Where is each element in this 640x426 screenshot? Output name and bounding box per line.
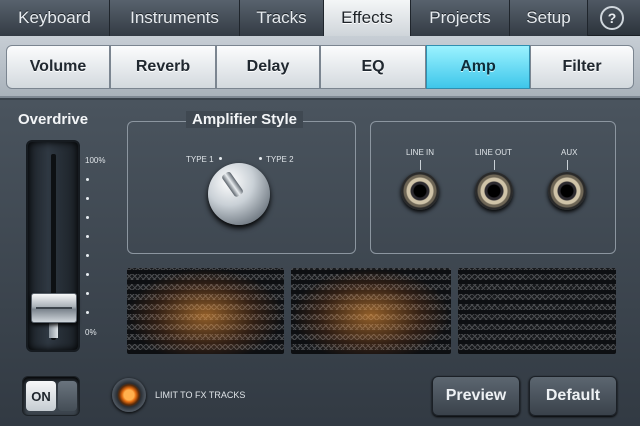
type1-label: TYPE 1 — [186, 155, 214, 164]
line-out-jack[interactable] — [475, 172, 513, 210]
overdrive-max-label: 100% — [85, 156, 106, 165]
tab-tracks[interactable]: Tracks — [240, 0, 324, 36]
limit-fx-led-button[interactable] — [112, 378, 146, 412]
type2-indicator — [259, 157, 262, 160]
line-out-connector — [494, 160, 495, 170]
line-out-label: LINE OUT — [475, 148, 512, 157]
amplifier-style-knob[interactable] — [208, 163, 270, 225]
overdrive-title: Overdrive — [18, 111, 89, 128]
help-button[interactable]: ? — [600, 6, 624, 30]
type1-indicator — [219, 157, 222, 160]
fader-handle[interactable] — [31, 292, 77, 323]
subtab-eq[interactable]: EQ — [320, 45, 426, 89]
speaker-grille-left — [127, 268, 284, 354]
amplifier-style-title: Amplifier Style — [186, 111, 304, 128]
scale-tick — [86, 235, 89, 238]
tab-instruments[interactable]: Instruments — [110, 0, 240, 36]
scale-tick — [86, 311, 89, 314]
main-tab-bar: Keyboard Instruments Tracks Effects Proj… — [0, 0, 640, 36]
tab-projects[interactable]: Projects — [411, 0, 510, 36]
line-in-jack[interactable] — [401, 172, 439, 210]
overdrive-min-label: 0% — [85, 328, 97, 337]
tab-keyboard[interactable]: Keyboard — [0, 0, 110, 36]
tab-effects[interactable]: Effects — [324, 0, 411, 36]
fader-handle-line — [36, 306, 72, 309]
speaker-grille-right — [458, 268, 616, 354]
subtab-volume[interactable]: Volume — [6, 45, 110, 89]
tab-setup[interactable]: Setup — [510, 0, 588, 36]
aux-jack[interactable] — [548, 172, 586, 210]
power-toggle[interactable]: ON — [22, 376, 80, 416]
aux-connector — [567, 160, 568, 170]
scale-tick — [86, 273, 89, 276]
overdrive-fader[interactable] — [26, 140, 80, 352]
power-toggle-label: ON — [26, 381, 56, 411]
speaker-grille-center — [291, 268, 451, 354]
subtab-delay[interactable]: Delay — [216, 45, 320, 89]
knob-pointer — [220, 170, 245, 198]
preview-button[interactable]: Preview — [432, 376, 520, 416]
subtab-filter[interactable]: Filter — [530, 45, 634, 89]
scale-tick — [86, 197, 89, 200]
scale-tick — [86, 178, 89, 181]
default-button[interactable]: Default — [529, 376, 617, 416]
aux-label: AUX — [561, 148, 578, 157]
line-in-connector — [420, 160, 421, 170]
effect-tab-bar: Volume Reverb Delay EQ Amp Filter — [0, 36, 640, 98]
scale-tick — [86, 254, 89, 257]
limit-fx-label: LIMIT TO FX TRACKS — [155, 390, 246, 400]
scale-tick — [86, 292, 89, 295]
type2-label: TYPE 2 — [266, 155, 294, 164]
subtab-amp[interactable]: Amp — [426, 45, 530, 89]
line-in-label: LINE IN — [406, 148, 435, 157]
scale-tick — [86, 216, 89, 219]
subtab-reverb[interactable]: Reverb — [110, 45, 216, 89]
power-toggle-thumb — [58, 381, 77, 411]
